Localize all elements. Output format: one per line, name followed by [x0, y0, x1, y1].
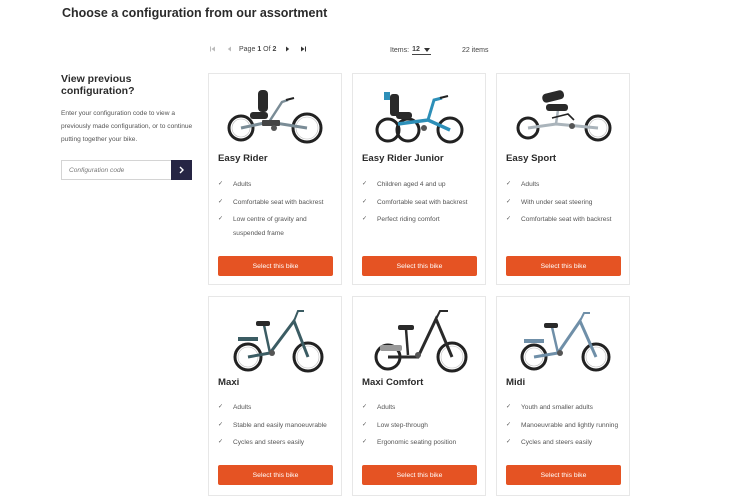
product-name: Easy Sport	[506, 153, 557, 164]
configuration-code-submit-button[interactable]	[171, 160, 192, 180]
product-name: Midi	[506, 377, 526, 388]
feature-list: ✓ Children aged 4 and up ✓ Comfortable sea…	[362, 178, 480, 231]
feature-item: ✓ With under seat steering	[506, 196, 624, 210]
checkmark-icon: ✓	[362, 421, 368, 428]
previous-configuration-heading: View previous configuration?	[61, 73, 135, 97]
midi-tricycle-image	[520, 312, 611, 372]
previous-page-button[interactable]	[224, 44, 234, 54]
product-card-maxi: Maxi ✓ Adults ✓ Stable and easily manoeuvr…	[208, 296, 342, 496]
previous-configuration-panel: View previous configuration? Enter your …	[61, 73, 201, 180]
chevron-left-icon	[227, 46, 231, 52]
chevron-right-icon	[179, 166, 184, 174]
feature-item: ✓ Comfortable seat with backrest	[506, 213, 624, 227]
feature-item: ✓ Adults	[218, 401, 336, 415]
previous-configuration-description: Enter your configuration code to view a …	[61, 110, 193, 143]
upright-tricycle-image	[233, 310, 324, 373]
first-page-icon	[210, 46, 215, 52]
feature-list: ✓ Youth and smaller adults ✓ Manoeuvrable …	[506, 401, 624, 454]
product-name: Maxi	[218, 377, 240, 388]
checkmark-icon: ✓	[218, 181, 224, 187]
checkmark-icon: ✓	[506, 198, 512, 205]
product-card-easy-rider: Easy Rider ✓ Adults ✓ Comfortable seat wit…	[208, 73, 342, 285]
feature-list: ✓ Adults ✓ Comfortable seat with backrest …	[218, 178, 336, 244]
feature-item: ✓ Cycles and steers easily	[218, 436, 336, 450]
items-per-page: Items: 12	[390, 46, 431, 55]
select-bike-button[interactable]: Select this bike	[362, 256, 477, 276]
items-per-page-select[interactable]: 12	[412, 46, 431, 55]
configuration-code-input[interactable]	[61, 160, 171, 180]
feature-item: ✓ Stable and easily manoeuvrable	[218, 419, 336, 433]
product-name: Easy Rider	[218, 153, 268, 164]
feature-item: ✓ Comfortable seat with backrest	[362, 196, 480, 210]
feature-list: ✓ Adults ✓ With under seat steering ✓ Comfo…	[506, 178, 624, 231]
select-bike-button[interactable]: Select this bike	[506, 256, 621, 276]
checkmark-icon: ✓	[218, 404, 224, 410]
product-name: Maxi Comfort	[362, 377, 424, 388]
pagination: Page 1 Of 2	[208, 44, 308, 54]
checkmark-icon: ✓	[218, 439, 224, 445]
checkmark-icon: ✓	[362, 198, 368, 205]
feature-list: ✓ Adults ✓ Stable and easily manoeuvrable …	[218, 401, 336, 454]
feature-item: ✓ Manoeuvrable and lightly running	[506, 419, 624, 433]
recumbent-trike-image	[227, 90, 323, 144]
feature-item: ✓ Cycles and steers easily	[506, 436, 624, 450]
product-card-easy-sport: Easy Sport ✓ Adults ✓ With under seat stee…	[496, 73, 630, 285]
product-card-maxi-comfort: Maxi Comfort ✓ Adults ✓ Low step-through ✓…	[352, 296, 486, 496]
last-page-button[interactable]	[298, 44, 308, 54]
checkmark-icon: ✓	[362, 404, 368, 410]
checkmark-icon: ✓	[218, 216, 224, 222]
total-pages: 2	[272, 45, 277, 53]
feature-item: ✓ Low centre of gravity and suspended fra…	[218, 213, 336, 240]
chevron-right-icon	[285, 46, 290, 52]
feature-list: ✓ Adults ✓ Low step-through ✓ Ergonomic sea…	[362, 401, 480, 454]
checkmark-icon: ✓	[362, 216, 368, 222]
feature-item: ✓ Comfortable seat with backrest	[218, 196, 336, 210]
checkmark-icon: ✓	[506, 421, 512, 428]
feature-item: ✓ Adults	[362, 401, 480, 415]
checkmark-icon: ✓	[506, 216, 512, 222]
last-page-icon	[301, 46, 307, 52]
item-count: 22 items	[462, 47, 489, 54]
first-page-button[interactable]	[208, 44, 218, 54]
page-indicator: Page 1 Of 2	[239, 45, 277, 53]
configuration-code-form	[61, 160, 192, 180]
select-bike-button[interactable]: Select this bike	[218, 256, 333, 276]
feature-item: ✓ Adults	[506, 178, 624, 192]
caret-down-icon	[423, 47, 430, 52]
checkmark-icon: ✓	[506, 404, 512, 410]
checkmark-icon: ✓	[506, 181, 512, 187]
next-page-button[interactable]	[282, 44, 292, 54]
feature-item: ✓ Perfect riding comfort	[362, 213, 480, 227]
checkmark-icon: ✓	[506, 439, 512, 445]
page-title: Choose a configuration from our assortme…	[62, 6, 328, 20]
feature-item: ✓ Children aged 4 and up	[362, 178, 480, 192]
select-bike-button[interactable]: Select this bike	[506, 465, 621, 485]
sport-recumbent-trike-image	[516, 90, 612, 142]
recumbent-trike-junior-image	[375, 92, 464, 144]
product-card-midi: Midi ✓ Youth and smaller adults ✓ Manoeuvr…	[496, 296, 630, 496]
select-bike-button[interactable]: Select this bike	[362, 465, 477, 485]
feature-item: ✓ Low step-through	[362, 419, 480, 433]
select-bike-button[interactable]: Select this bike	[218, 465, 333, 485]
checkmark-icon: ✓	[362, 439, 368, 445]
feature-item: ✓ Ergonomic seating position	[362, 436, 480, 450]
current-page: 1	[257, 45, 262, 53]
feature-item: ✓ Youth and smaller adults	[506, 401, 624, 415]
step-through-tricycle-image	[374, 310, 468, 373]
checkmark-icon: ✓	[218, 421, 224, 428]
product-name: Easy Rider Junior	[362, 153, 444, 164]
product-card-easy-rider-junior: Easy Rider Junior ✓ Children aged 4 and u…	[352, 73, 486, 285]
checkmark-icon: ✓	[218, 198, 224, 205]
checkmark-icon: ✓	[362, 181, 368, 187]
feature-item: ✓ Adults	[218, 178, 336, 192]
